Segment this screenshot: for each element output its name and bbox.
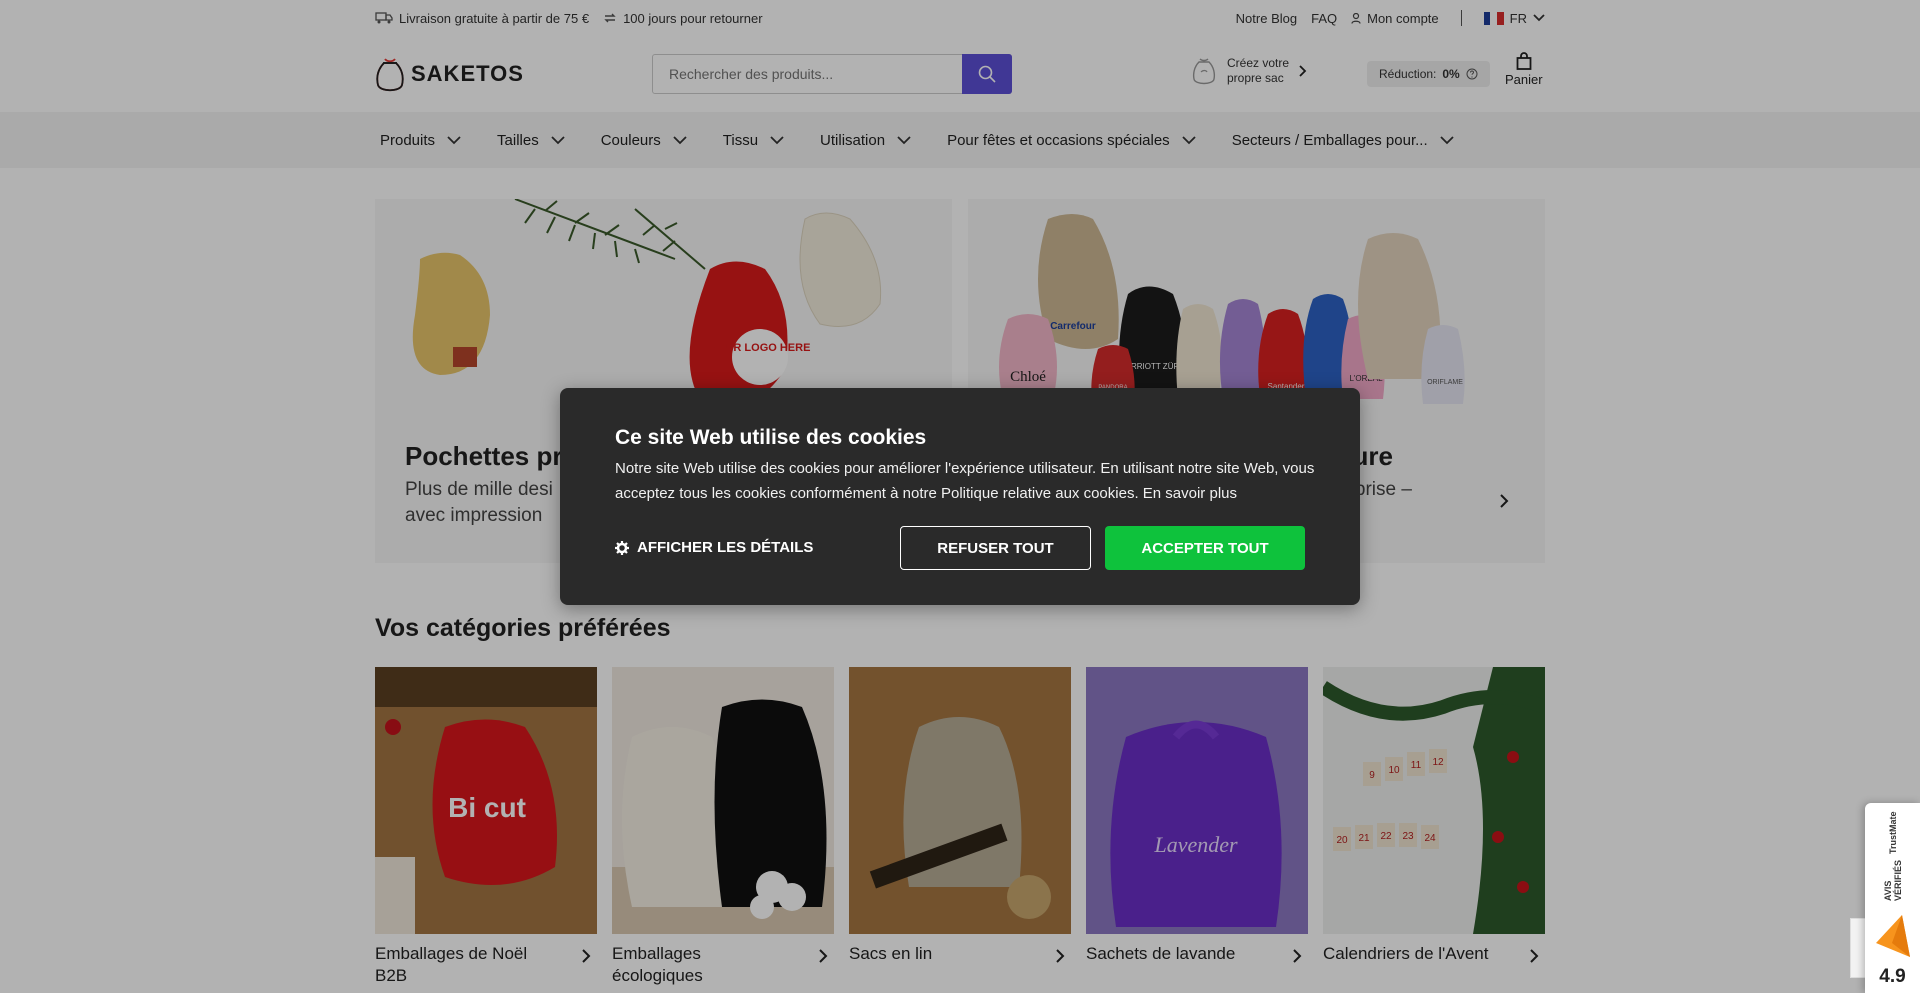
gear-icon	[615, 540, 629, 555]
trust-label: AVIS VÉRIFIÉS TrustMate	[1873, 811, 1913, 901]
details-label: AFFICHER LES DÉTAILS	[637, 539, 814, 556]
cookie-text: Notre site Web utilise des cookies pour …	[615, 460, 1315, 502]
trustmate-brand: TrustMate	[1888, 811, 1898, 854]
accept-all-button[interactable]: ACCEPTER TOUT	[1105, 526, 1305, 570]
cookie-title: Ce site Web utilise des cookies	[615, 426, 927, 449]
rating-value: 4.9	[1879, 966, 1906, 987]
trustmate-widget[interactable]: AVIS VÉRIFIÉS TrustMate 4.9	[1865, 803, 1920, 993]
star-icon	[1876, 915, 1910, 957]
refuse-all-button[interactable]: REFUSER TOUT	[900, 526, 1091, 570]
cookie-consent-dialog: Ce site Web utilise des cookies Notre si…	[560, 388, 1360, 605]
verified-reviews-text: AVIS VÉRIFIÉS	[1883, 859, 1903, 901]
show-details-button[interactable]: AFFICHER LES DÉTAILS	[615, 539, 813, 556]
